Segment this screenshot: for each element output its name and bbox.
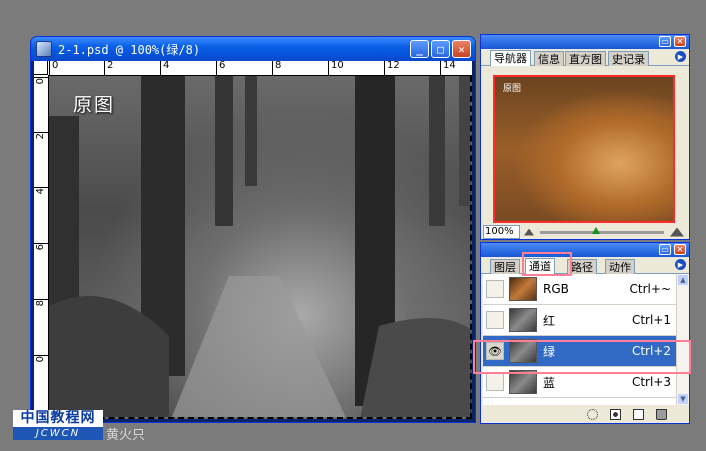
document-window[interactable]: 2-1.psd @ 100%(绿/8) _ □ ✕ 0 2 4 6 8 10 1… [30,36,476,423]
trash-icon[interactable] [656,409,667,420]
eye-icon[interactable]: 👁 [486,342,504,360]
site-watermark: 中国教程网 JCWCN [13,410,103,440]
tab-actions[interactable]: 动作 [605,259,635,274]
ruler-h-label: 4 [163,60,170,71]
photoshop-document-icon [36,41,52,57]
ruler-h-label: 14 [443,60,456,71]
watermark-cn: 中国教程网 [13,410,103,427]
load-selection-icon[interactable] [587,409,598,420]
navigator-minimize-button[interactable]: ▭ [659,36,671,47]
canvas-label: 原图 [73,94,116,116]
watermark-signature: 黄火只 [106,428,146,443]
ruler-h-label: 0 [52,60,59,71]
new-channel-icon[interactable] [633,409,644,420]
ruler-h-label: 6 [219,60,226,71]
image-canvas[interactable]: 原图 [49,76,472,419]
document-titlebar[interactable]: 2-1.psd @ 100%(绿/8) _ □ ✕ [31,37,475,61]
ruler-h-label: 2 [107,60,114,71]
channel-name: 红 [543,313,556,328]
channel-shortcut: Ctrl+~ [629,282,671,296]
visibility-toggle[interactable] [486,280,504,298]
vertical-ruler[interactable]: 0 2 4 6 8 0 [34,75,49,419]
zoom-in-icon[interactable] [670,227,684,237]
channel-row-blue[interactable]: 蓝 Ctrl+3 [483,367,677,398]
ruler-origin[interactable] [34,61,48,75]
ruler-h-label: 12 [387,60,400,71]
channel-row-rgb[interactable]: RGB Ctrl+~ [483,274,677,305]
channel-row-red[interactable]: 红 Ctrl+1 [483,305,677,336]
zoom-field[interactable]: 100% [483,225,520,239]
channel-name: 绿 [543,344,556,359]
channel-footer-toolbar [483,406,687,423]
panel-menu-arrow-icon[interactable]: ▶ [675,259,686,270]
scroll-up-icon[interactable]: ▲ [678,275,688,285]
tab-histogram[interactable]: 直方图 [565,51,606,66]
forest-image [49,76,470,417]
channel-shortcut: Ctrl+2 [631,344,671,358]
channel-thumbnail [509,308,537,332]
navigator-preview[interactable]: 原图 [493,75,675,223]
channels-panel: ▭ ✕ 图层 通道 路径 动作 ▶ RGB Ctrl+~ 红 Ctrl+1 👁 … [480,242,690,424]
ruler-h-label: 8 [275,60,282,71]
ruler-v-label: 0 [35,356,46,363]
ruler-h-label: 10 [331,60,344,71]
tab-info[interactable]: 信息 [534,51,564,66]
scroll-down-icon[interactable]: ▼ [678,394,688,404]
navigator-panel: ▭ ✕ 导航器 信息 直方图 史记录 ▶ 原图 100% [480,34,690,240]
document-title: 2-1.psd @ 100%(绿/8) [58,42,201,57]
tab-layers[interactable]: 图层 [490,259,520,274]
ruler-v-label: 6 [35,244,46,251]
channel-name: 蓝 [543,375,556,390]
visibility-toggle[interactable] [486,311,504,329]
channel-list: RGB Ctrl+~ 红 Ctrl+1 👁 绿 Ctrl+2 蓝 Ctrl+3 [483,274,677,405]
tab-history[interactable]: 史记录 [608,51,649,66]
navigator-panel-titlebar[interactable]: ▭ ✕ [481,35,689,49]
zoom-controls: 100% [483,225,687,239]
ruler-v-label: 8 [35,300,46,307]
channels-tabs: 图层 通道 路径 动作 ▶ [481,257,689,274]
channel-list-scrollbar[interactable]: ▲ ▼ [676,274,689,405]
channel-thumbnail [509,339,537,363]
channel-thumbnail [509,370,537,394]
tab-channels[interactable]: 通道 [525,258,555,274]
navigator-close-button[interactable]: ✕ [674,36,686,47]
panel-menu-arrow-icon[interactable]: ▶ [675,51,686,62]
save-selection-icon[interactable] [610,409,621,420]
visibility-toggle[interactable] [486,373,504,391]
tab-navigator[interactable]: 导航器 [490,50,531,66]
channels-panel-titlebar[interactable]: ▭ ✕ [481,243,689,257]
channel-shortcut: Ctrl+3 [631,375,671,389]
channel-thumbnail [509,277,537,301]
close-button[interactable]: ✕ [452,40,471,58]
channel-shortcut: Ctrl+1 [631,313,671,327]
navigator-preview-label: 原图 [503,84,522,94]
ruler-v-label: 4 [35,188,46,195]
maximize-button[interactable]: □ [431,40,450,58]
watermark-en: JCWCN [13,427,103,440]
document-body: 0 2 4 6 8 10 12 14 0 2 4 6 8 0 原图 [34,60,472,419]
minimize-button[interactable]: _ [410,40,429,58]
channel-name: RGB [543,282,569,296]
channel-row-green[interactable]: 👁 绿 Ctrl+2 [483,336,677,367]
zoom-out-icon[interactable] [524,228,534,236]
horizontal-ruler[interactable]: 0 2 4 6 8 10 12 14 [48,60,472,76]
ruler-v-label: 2 [35,133,46,140]
channels-close-button[interactable]: ✕ [674,244,686,255]
zoom-slider[interactable] [540,226,664,234]
tab-paths[interactable]: 路径 [567,259,597,274]
channels-minimize-button[interactable]: ▭ [659,244,671,255]
zoom-slider-knob[interactable] [592,226,601,234]
ruler-v-label: 0 [35,78,46,85]
navigator-tabs: 导航器 信息 直方图 史记录 ▶ [481,49,689,66]
